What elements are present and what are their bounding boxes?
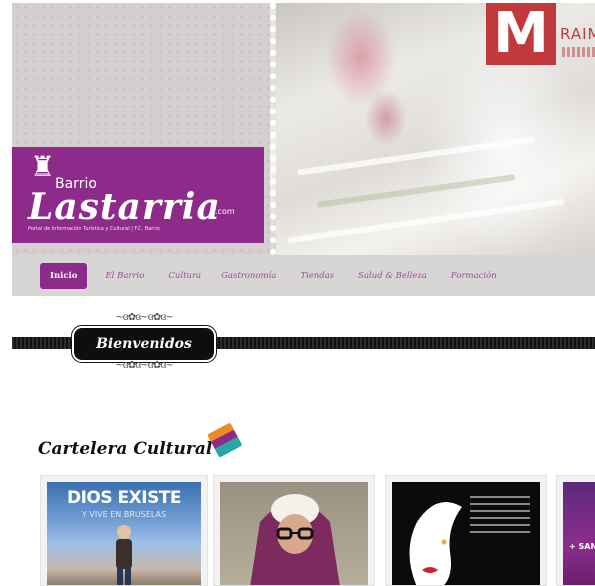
hero-streak — [296, 136, 536, 176]
event-poster — [220, 482, 368, 585]
nav-item-inicio[interactable]: Inicio — [40, 262, 88, 289]
event-poster — [392, 482, 540, 585]
main-nav: Inicio El Barrio Cultura Gastronomía Tie… — [12, 255, 595, 296]
street-lamp-icon: ♜ — [30, 150, 56, 183]
logo-name[interactable]: Lastarria — [28, 186, 221, 228]
hero-image: M RAIM — [270, 3, 595, 255]
nav-item-tiendas[interactable]: Tiendas — [300, 271, 334, 281]
poster-figure — [116, 525, 132, 585]
sponsor-subtext — [562, 47, 595, 57]
sponsor-logo-letter: M — [493, 3, 549, 66]
nav-item-salud-belleza[interactable]: Salud & Belleza — [358, 271, 427, 281]
logo-domain: .com — [215, 207, 235, 216]
event-card[interactable] — [213, 475, 375, 586]
poster-title: DIOS EXISTE — [66, 488, 182, 508]
event-card[interactable]: DIOS EXISTE Y VIVE EN BRUSELAS — [40, 475, 208, 586]
nav-item-el-barrio[interactable]: El Barrio — [105, 271, 144, 281]
event-poster: + SAN — [563, 482, 595, 585]
poster-text-lines — [470, 496, 530, 538]
ornament-top: ~ɞ✿ɞ~ɞ✿ɞ~ — [115, 312, 173, 323]
event-card[interactable]: + SAN — [556, 475, 595, 586]
cartelera-title: Cartelera Cultural — [38, 439, 213, 459]
event-poster: DIOS EXISTE Y VIVE EN BRUSELAS — [47, 482, 201, 585]
nav-item-gastronomia[interactable]: Gastronomía — [221, 271, 276, 281]
ornament-bottom: ~ɞ✿ɞ~ɞ✿ɞ~ — [115, 360, 173, 371]
event-card[interactable] — [385, 475, 547, 586]
tickets-icon — [207, 423, 242, 457]
logo-tagline: Portal de Información Turística y Cultur… — [28, 226, 160, 232]
nav-item-formacion[interactable]: Formación — [451, 271, 497, 281]
sponsor-name[interactable]: RAIM — [560, 25, 595, 43]
welcome-badge: Bienvenidos — [71, 325, 217, 363]
welcome-text: Bienvenidos — [96, 336, 192, 352]
nav-item-cultura[interactable]: Cultura — [168, 271, 201, 281]
poster-label: + SAN — [569, 542, 595, 551]
poster-figure — [250, 494, 340, 585]
hero-streak — [316, 174, 516, 208]
sponsor-logo[interactable]: M — [486, 3, 556, 65]
